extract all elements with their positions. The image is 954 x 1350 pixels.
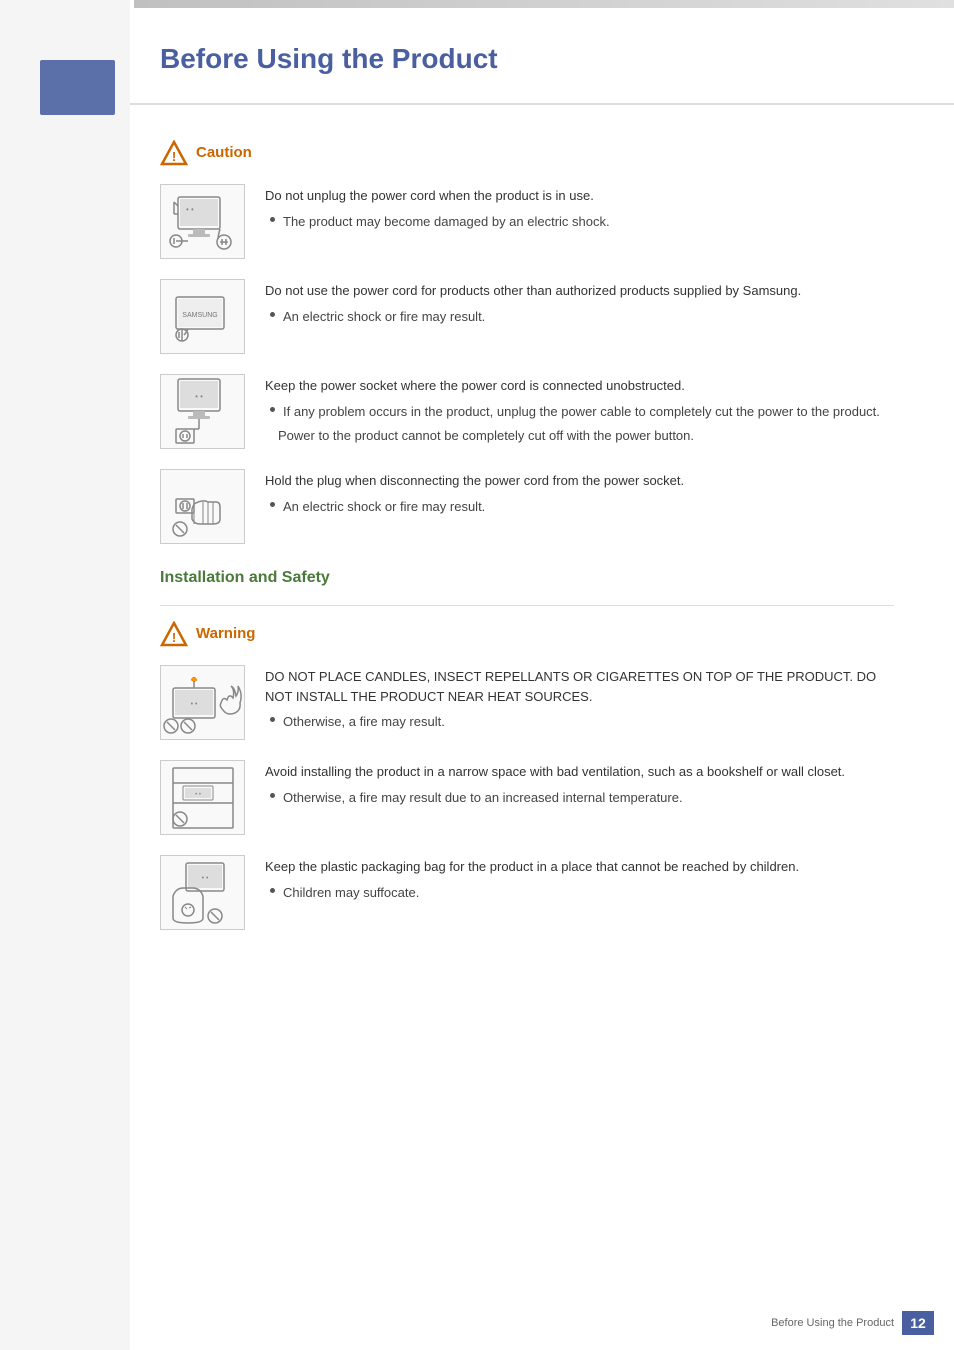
caution-text-2: Do not use the power cord for products o… [265,279,894,326]
warning-text-2: Avoid installing the product in a narrow… [265,760,894,807]
caution-bullet-3: If any problem occurs in the product, un… [270,402,894,422]
left-sidebar [0,0,130,1350]
svg-text:!: ! [172,630,176,645]
warning-item-2: • • Avoid installing the product in a na… [160,760,894,835]
caution-section-header: ! Caution [160,140,894,164]
warning-bullet-2: Otherwise, a fire may result due to an i… [270,788,894,808]
caution-image-1: • • [160,184,245,259]
caution-main-4: Hold the plug when disconnecting the pow… [265,471,894,491]
caution-bullet-text-2: An electric shock or fire may result. [283,307,485,327]
caution-bullet-text-1: The product may become damaged by an ele… [283,212,610,232]
page-title: Before Using the Product [160,43,498,75]
bullet-dot [270,217,275,222]
warning-main-1: DO NOT PLACE CANDLES, INSECT REPELLANTS … [265,667,894,706]
caution-extra-3: Power to the product cannot be completel… [278,426,894,446]
section-divider [160,605,894,606]
warning-item-3: • • Keep the plastic packaging bag for t… [160,855,894,930]
warning-triangle-icon: ! [160,621,188,645]
page-header: Before Using the Product [130,15,954,105]
caution-text-3: Keep the power socket where the power co… [265,374,894,446]
caution-main-2: Do not use the power cord for products o… [265,281,894,301]
warning-section-header: ! Warning [160,621,894,645]
warning-text-1: DO NOT PLACE CANDLES, INSECT REPELLANTS … [265,665,894,732]
caution-item-1: • • Do not unplug the power cord when th… [160,184,894,259]
caution-item-2: SAMSUNG Do not use the power cord for pr… [160,279,894,354]
svg-text:• •: • • [190,701,197,708]
warning-text-3: Keep the plastic packaging bag for the p… [265,855,894,902]
svg-text:• •: • • [195,792,201,798]
installation-heading: Installation and Safety [160,564,894,587]
bullet-dot [270,717,275,722]
warning-main-3: Keep the plastic packaging bag for the p… [265,857,894,877]
svg-text:• •: • • [186,205,194,214]
caution-main-3: Keep the power socket where the power co… [265,376,894,396]
warning-image-1: • • [160,665,245,740]
caution-bullet-text-4: An electric shock or fire may result. [283,497,485,517]
warning-title: Warning [196,625,255,642]
caution-bullet-1: The product may become damaged by an ele… [270,212,894,232]
caution-bullet-2: An electric shock or fire may result. [270,307,894,327]
caution-bullet-text-3: If any problem occurs in the product, un… [283,402,880,422]
footer-label: Before Using the Product [771,1317,894,1329]
caution-triangle-icon: ! [160,140,188,164]
svg-text:SAMSUNG: SAMSUNG [182,312,217,319]
caution-image-3: • • [160,374,245,449]
main-content: ! Caution • • [130,110,924,970]
header-blue-accent [40,60,115,115]
caution-bullet-4: An electric shock or fire may result. [270,497,894,517]
bullet-dot [270,888,275,893]
bullet-dot [270,407,275,412]
caution-text-4: Hold the plug when disconnecting the pow… [265,469,894,516]
warning-bullet-text-2: Otherwise, a fire may result due to an i… [283,788,683,808]
svg-text:• •: • • [195,392,203,401]
caution-text-1: Do not unplug the power cord when the pr… [265,184,894,231]
warning-bullet-1: Otherwise, a fire may result. [270,712,894,732]
caution-item-3: • • Keep the power socket where the powe… [160,374,894,449]
warning-bullet-text-3: Children may suffocate. [283,883,419,903]
bullet-dot [270,502,275,507]
top-decorative-bar [134,0,954,8]
page-footer: Before Using the Product 12 [771,1311,934,1335]
warning-bullet-text-1: Otherwise, a fire may result. [283,712,445,732]
caution-title: Caution [196,144,252,161]
caution-main-1: Do not unplug the power cord when the pr… [265,186,894,206]
warning-bullet-3: Children may suffocate. [270,883,894,903]
bullet-dot [270,793,275,798]
page-number: 12 [902,1311,934,1335]
svg-text:!: ! [172,149,176,164]
svg-text:• •: • • [201,875,208,882]
warning-main-2: Avoid installing the product in a narrow… [265,762,894,782]
caution-item-4: Hold the plug when disconnecting the pow… [160,469,894,544]
warning-item-1: • • DO NOT PLACE CANDLES, INSECT REPELLA… [160,665,894,740]
warning-image-3: • • [160,855,245,930]
bullet-dot [270,312,275,317]
caution-image-4 [160,469,245,544]
caution-image-2: SAMSUNG [160,279,245,354]
warning-image-2: • • [160,760,245,835]
